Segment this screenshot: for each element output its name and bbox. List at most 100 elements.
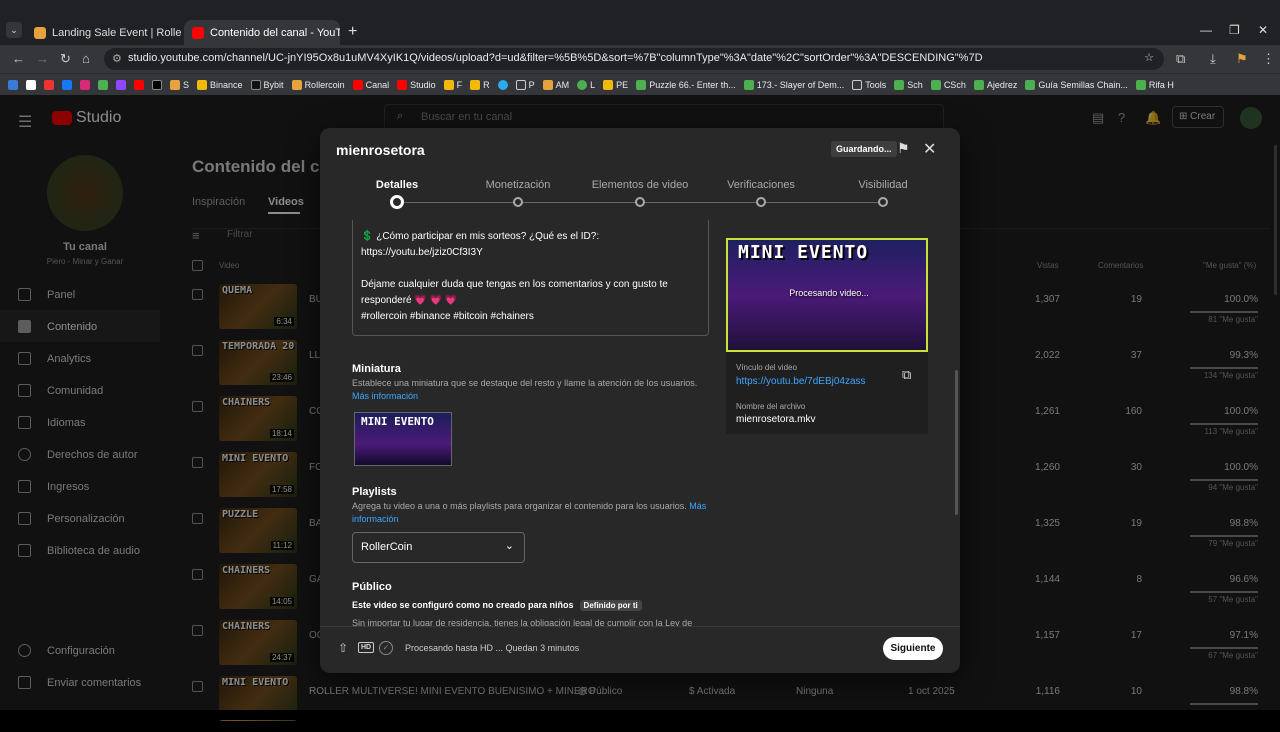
extension-icon[interactable]: ⚑ [1236, 51, 1248, 67]
new-tab-icon[interactable]: + [348, 23, 357, 41]
audience-text: Este video se configuró como no creado p… [352, 600, 574, 610]
step-monetizacion[interactable]: Monetización [486, 179, 551, 191]
bookmark-label: CSch [943, 79, 966, 90]
bookmark-tools[interactable]: Tools [852, 79, 886, 90]
playlists-desc-text: Agrega tu video a una o más playlists pa… [352, 501, 687, 511]
bookmark-label: AM [555, 79, 570, 90]
bookmark-label: Canal [365, 79, 390, 90]
bookmark-sch[interactable]: Sch [894, 79, 923, 90]
bookmark-slayer[interactable]: 173.- Slayer of Dem... [743, 79, 844, 90]
menu-icon[interactable]: ⋮ [1262, 51, 1275, 67]
copy-icon[interactable]: ⧉ [902, 367, 911, 383]
back-icon[interactable]: ← [12, 51, 25, 66]
x-icon[interactable] [152, 79, 162, 90]
bookmark-icon[interactable] [8, 79, 18, 90]
bookmark-f[interactable]: F [443, 79, 463, 90]
preview-title-text: MINI EVENTO [738, 242, 869, 263]
bookmark-icon[interactable] [98, 79, 108, 90]
bookmark-star-icon[interactable]: ☆ [1144, 51, 1154, 64]
bookmark-s[interactable]: S [170, 79, 190, 90]
bookmark-binance[interactable]: Binance [197, 79, 243, 90]
minimize-icon[interactable]: — [1200, 23, 1212, 37]
bookmark-label: Binance [210, 79, 243, 90]
more-info-link[interactable]: Más información [352, 391, 418, 401]
upload-dialog: mienrosetora Guardando... ⚑ ✕ Detalles M… [320, 128, 960, 673]
bookmark-label: R [483, 79, 490, 90]
bookmark-label: Bybit [263, 79, 284, 90]
bookmark-bybit[interactable]: Bybit [250, 79, 284, 90]
step-dot-active[interactable] [390, 195, 404, 209]
bookmark-icon[interactable] [80, 79, 90, 90]
video-preview[interactable]: MINI EVENTO Procesando video... [726, 238, 928, 352]
site-info-icon[interactable]: ⚙ [112, 52, 122, 65]
step-dot[interactable] [513, 197, 523, 207]
tab-strip: ⌄ Landing Sale Event | RollerCoin ✕ Cont… [0, 15, 1280, 46]
bookmark-icon[interactable] [44, 79, 54, 90]
step-verificaciones[interactable]: Verificaciones [727, 179, 795, 191]
thumbnail-text: MINI EVENTO [361, 415, 434, 428]
thumbnail-option[interactable]: MINI EVENTO [354, 412, 452, 466]
forward-icon[interactable]: → [36, 51, 49, 66]
close-window-icon[interactable]: ✕ [1258, 23, 1268, 37]
dialog-body: 💲 ¿Cómo participar en mis sorteos? ¿Qué … [320, 220, 960, 626]
step-dot[interactable] [635, 197, 645, 207]
bookmark-label: Studio [410, 79, 436, 90]
step-dot[interactable] [756, 197, 766, 207]
bookmark-r[interactable]: R [470, 79, 490, 90]
hd-icon: HD [358, 642, 375, 653]
browser-toolbar: ← → ↻ ⌂ ⚙ studio.youtube.com/channel/UC-… [0, 45, 1280, 73]
step-visibilidad[interactable]: Visibilidad [858, 179, 907, 191]
bookmark-label: S [183, 79, 190, 90]
playlists-heading: Playlists [352, 486, 397, 498]
step-detalles[interactable]: Detalles [376, 179, 418, 191]
bookmark-icon[interactable] [116, 79, 126, 90]
address-bar[interactable]: ⚙ studio.youtube.com/channel/UC-jnYI95Ox… [104, 48, 1164, 70]
chevron-down-icon: ⌄ [504, 540, 514, 552]
bookmark-studio[interactable]: Studio [397, 79, 436, 90]
telegram-icon[interactable] [497, 79, 508, 90]
maximize-icon[interactable]: ❐ [1229, 23, 1240, 37]
bookmark-l[interactable]: L [577, 79, 595, 90]
bookmark-ajedrez[interactable]: Ajedrez [973, 79, 1017, 90]
bookmark-label: F [456, 79, 463, 90]
bookmark-label: Puzzle 66.- Enter th... [649, 79, 736, 90]
browser-tab-youtube[interactable]: Contenido del canal - YouTube ✕ [184, 20, 340, 46]
step-elementos[interactable]: Elementos de video [592, 179, 689, 191]
description-line [361, 261, 700, 277]
bookmark-rollercoin[interactable]: Rollercoin [291, 79, 345, 90]
bookmark-p[interactable]: P [515, 79, 535, 90]
bookmark-pe[interactable]: PE [603, 79, 628, 90]
description-line: https://youtu.be/jziz0Cf3I3Y [361, 247, 483, 258]
step-dot[interactable] [878, 197, 888, 207]
audience-legal-text: Sin importar tu lugar de residencia, tie… [352, 618, 693, 626]
video-link[interactable]: https://youtu.be/7dEBj04zass [736, 376, 866, 387]
tab-label: Landing Sale Event | RollerCoin [52, 27, 182, 39]
report-issue-icon[interactable]: ⚑ [897, 140, 910, 157]
dialog-footer: ⇧ HD ✓ Procesando hasta HD ... Quedan 3 … [320, 626, 960, 673]
browser-chrome: ⌄ Landing Sale Event | RollerCoin ✕ Cont… [0, 0, 1280, 95]
extensions-icon[interactable]: ⧉ [1176, 51, 1185, 67]
close-dialog-icon[interactable]: ✕ [923, 139, 936, 159]
taskbar-strip [0, 710, 1280, 720]
bookmark-guia[interactable]: Guía Semillas Chain... [1025, 79, 1128, 90]
bookmark-icon[interactable] [26, 79, 36, 90]
playlist-dropdown[interactable]: RollerCoin ⌄ [352, 532, 525, 563]
description-textarea[interactable]: 💲 ¿Cómo participar en mis sorteos? ¿Qué … [352, 220, 709, 336]
next-button[interactable]: Siguiente [883, 637, 943, 660]
bookmark-rifa[interactable]: Rifa H [1135, 79, 1174, 90]
reload-icon[interactable]: ↻ [60, 51, 71, 67]
home-icon[interactable]: ⌂ [82, 51, 90, 66]
bookmark-icon[interactable] [134, 79, 144, 90]
downloads-icon[interactable]: ⤓ [1210, 51, 1216, 67]
bookmark-icon[interactable] [62, 79, 72, 90]
browser-tab-rollercoin[interactable]: Landing Sale Event | RollerCoin ✕ [26, 20, 182, 46]
description-line: responderé 💗 💗 💗 [361, 295, 458, 306]
bookmark-csch[interactable]: CSch [930, 79, 966, 90]
tab-search-button[interactable]: ⌄ [6, 22, 22, 38]
dialog-scrollbar[interactable] [955, 370, 958, 515]
upload-stepper: Detalles Monetización Elementos de video… [320, 176, 960, 216]
description-line: #rollercoin #binance #bitcoin #chainers [361, 311, 534, 322]
bookmark-puzzle[interactable]: Puzzle 66.- Enter th... [636, 79, 736, 90]
bookmark-canal[interactable]: Canal [352, 79, 390, 90]
bookmark-am[interactable]: AM [542, 79, 570, 90]
